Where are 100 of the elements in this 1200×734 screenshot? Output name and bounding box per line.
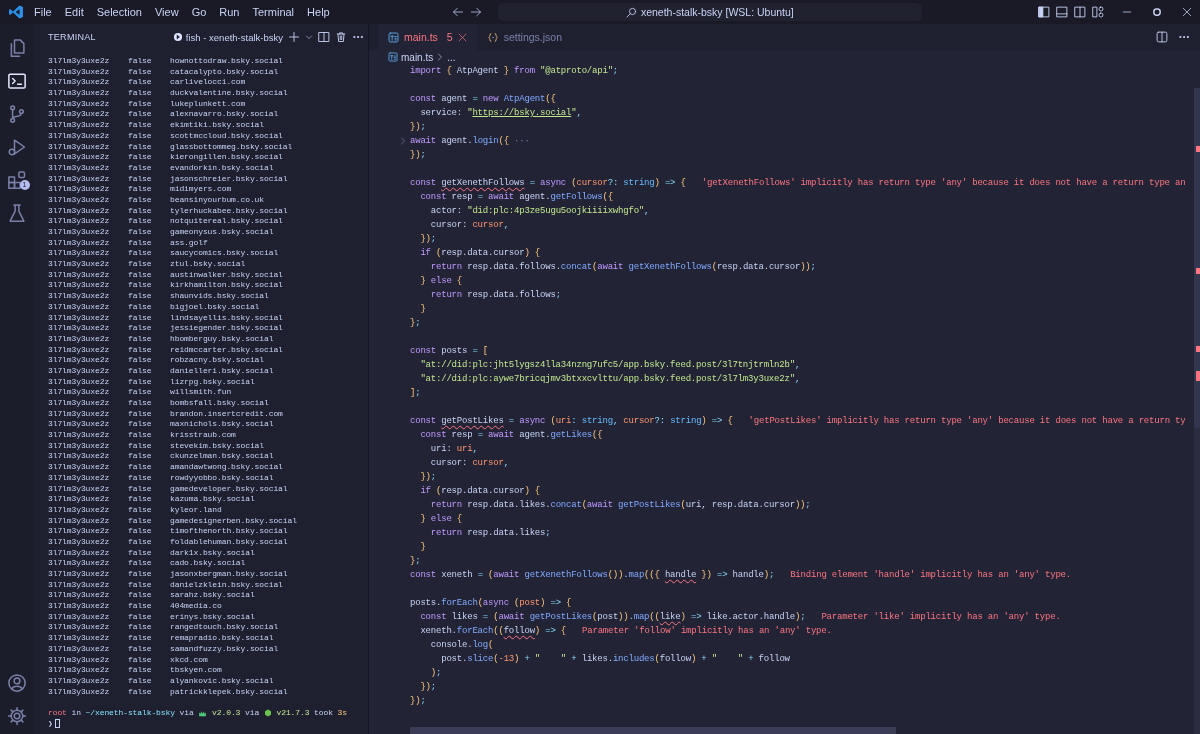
menu-item[interactable]: Edit xyxy=(58,4,90,20)
handle-text: jasonxbergman.bsky.social xyxy=(170,569,289,580)
editor-tab[interactable]: settings.json xyxy=(476,24,573,50)
code-line: return resp.data.likes.concat(await getPostLikes(uri, resp.data.cursor)); xyxy=(429,500,811,510)
menu-item[interactable]: View xyxy=(148,4,185,20)
code-line: }); xyxy=(419,234,436,244)
editor-tab[interactable]: main.ts 5 xyxy=(378,24,477,50)
menu-item[interactable]: Terminal xyxy=(246,4,301,20)
handle-text: alexnavarro.bsky.social xyxy=(170,109,280,121)
handle-text: beansinyourbum.co.uk xyxy=(170,194,266,206)
like-status: false xyxy=(128,643,153,655)
post-id: 3l7lm3y3uxe2z xyxy=(48,462,111,473)
like-status: false xyxy=(128,344,153,356)
post-id: 3l7lm3y3uxe2z xyxy=(48,526,111,537)
post-id: 3l7lm3y3uxe2z xyxy=(48,611,111,623)
post-id: 3l7lm3y3uxe2z xyxy=(48,173,111,185)
code-line: if (resp.data.cursor) { xyxy=(419,248,541,258)
handle-text: dark1x.bsky.social xyxy=(170,547,256,559)
handle-text: tbskyen.com xyxy=(170,665,223,676)
post-id: 3l7lm3y3uxe2z xyxy=(48,194,111,206)
handle-text: bombsfall.bsky.social xyxy=(170,398,270,409)
code-line: }; xyxy=(410,556,421,566)
like-status: false xyxy=(128,109,153,121)
handle-text: tylerhuckabee.bsky.social xyxy=(170,205,289,217)
post-id: 3l7lm3y3uxe2z xyxy=(48,216,111,227)
command-center[interactable]: xeneth-stalk-bsky [WSL: Ubuntu] xyxy=(497,3,922,21)
menu-item[interactable]: Selection xyxy=(90,4,148,20)
handle-text: willsmith.fun xyxy=(170,387,233,398)
like-status: false xyxy=(128,622,153,634)
handle-text: notquitereal.bsky.social xyxy=(170,216,284,227)
like-status: false xyxy=(128,162,153,174)
handle-text: reidmccarter.bsky.social xyxy=(170,344,284,356)
handle-text: erinys.bsky.social xyxy=(170,611,256,623)
like-status: false xyxy=(128,675,153,687)
error-message: Parameter 'follow' implicitly has an 'any' type. xyxy=(582,626,832,636)
handle-text: timofthenorth.bsky.social xyxy=(170,526,289,537)
terminal-tab[interactable]: fish - xeneth-stalk-bsky xyxy=(172,31,283,43)
handle-text: jessiegender.bsky.social xyxy=(170,323,284,334)
like-status: false xyxy=(128,472,153,484)
prompt-text: via xyxy=(179,707,194,719)
code-line: const posts = [ xyxy=(410,346,489,356)
menu-item[interactable]: Run xyxy=(213,4,246,20)
prompt-text: took xyxy=(314,707,333,719)
post-id: 3l7lm3y3uxe2z xyxy=(48,675,111,687)
post-id: 3l7lm3y3uxe2z xyxy=(48,152,111,163)
like-status: false xyxy=(128,173,153,185)
like-status: false xyxy=(128,515,153,527)
menu-item[interactable]: Go xyxy=(185,4,213,20)
like-status: false xyxy=(128,547,153,559)
code-line: } else { xyxy=(419,276,463,286)
like-status: false xyxy=(128,483,153,495)
post-id: 3l7lm3y3uxe2z xyxy=(48,472,111,484)
post-id: 3l7lm3y3uxe2z xyxy=(48,601,111,612)
handle-text: foldablehuman.bsky.social xyxy=(170,536,289,548)
like-status: false xyxy=(128,280,153,292)
post-id: 3l7lm3y3uxe2z xyxy=(48,141,111,153)
post-id: 3l7lm3y3uxe2z xyxy=(48,515,111,527)
like-status: false xyxy=(128,398,153,409)
post-id: 3l7lm3y3uxe2z xyxy=(48,355,111,366)
like-status: false xyxy=(128,259,153,270)
like-status: false xyxy=(128,301,153,313)
code-line: post.slice(-13) + " " + likes.includes(follow) + " " + follow xyxy=(440,654,790,664)
handle-text: ass.golf xyxy=(170,237,209,249)
post-id: 3l7lm3y3uxe2z xyxy=(48,430,111,441)
like-status: false xyxy=(128,579,153,591)
prompt-text: v2.0.3 xyxy=(212,707,241,719)
handle-text: krisstraub.com xyxy=(170,430,237,441)
like-status: false xyxy=(128,601,153,612)
post-id: 3l7lm3y3uxe2z xyxy=(48,547,111,559)
handle-text: patrickklepek.bsky.social xyxy=(170,686,289,698)
like-status: false xyxy=(128,633,153,644)
like-status: false xyxy=(128,312,153,324)
post-id: 3l7lm3y3uxe2z xyxy=(48,365,111,377)
code-line: if (resp.data.cursor) { xyxy=(419,486,541,496)
post-id: 3l7lm3y3uxe2z xyxy=(48,558,111,569)
panel-title: TERMINAL xyxy=(48,32,96,42)
post-id: 3l7lm3y3uxe2z xyxy=(48,301,111,313)
handle-text: xkcd.com xyxy=(170,654,209,666)
post-id: 3l7lm3y3uxe2z xyxy=(48,205,111,217)
like-status: false xyxy=(128,77,153,89)
like-status: false xyxy=(128,248,153,260)
like-status: false xyxy=(128,686,153,698)
handle-text: saucycomics.bsky.social xyxy=(170,248,280,260)
like-status: false xyxy=(128,98,153,110)
code-line: return resp.data.follows; xyxy=(429,290,561,300)
code-line: const resp = await agent.getFollows({ xyxy=(419,192,613,202)
post-id: 3l7lm3y3uxe2z xyxy=(48,77,111,89)
code-line: } xyxy=(419,304,426,314)
post-id: 3l7lm3y3uxe2z xyxy=(48,408,111,420)
handle-text: maxnichols.bsky.social xyxy=(170,419,275,431)
handle-text: 404media.co xyxy=(170,601,223,612)
like-status: false xyxy=(128,237,153,249)
code-line: console.log( xyxy=(429,640,494,650)
breadcrumb-item[interactable]: ... xyxy=(447,51,456,63)
menu-item[interactable]: File xyxy=(28,4,58,20)
breadcrumb-item[interactable]: main.ts xyxy=(401,51,434,63)
like-status: false xyxy=(128,590,153,602)
code-line: "at://did:plc:aywe7bricqjmv3btxxcvlttu/app.bsky.feed.post/3l7lm3y3uxe2z", xyxy=(419,374,801,384)
like-status: false xyxy=(128,355,153,366)
menu-item[interactable]: Help xyxy=(301,4,336,20)
